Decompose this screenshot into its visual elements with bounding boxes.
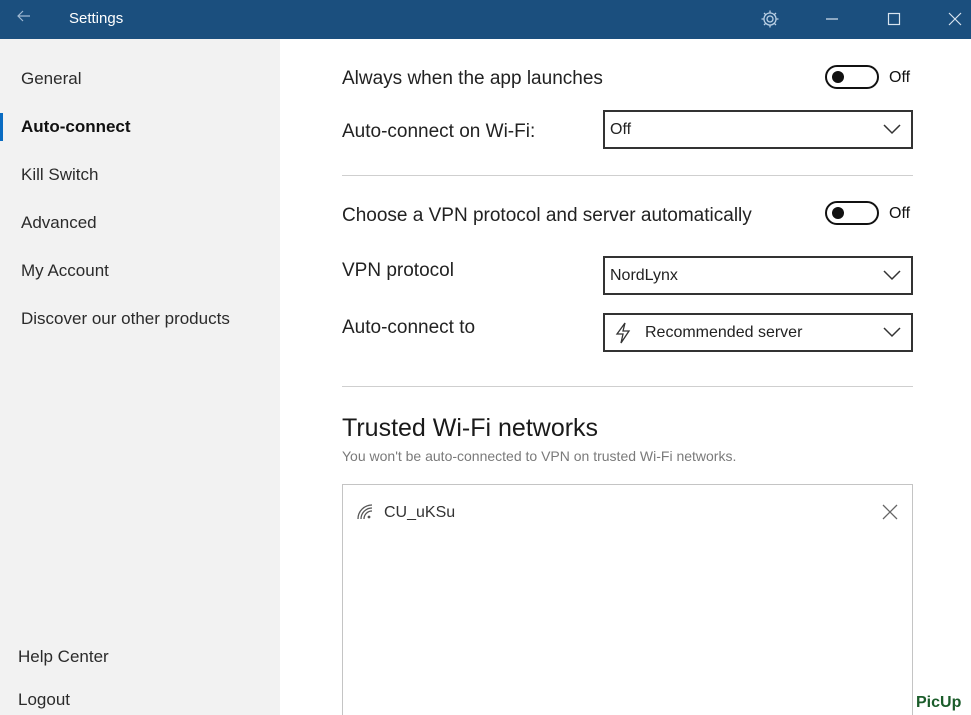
sidebar-item-discover-products[interactable]: Discover our other products bbox=[0, 299, 280, 339]
wifi-autoconnect-value: Off bbox=[610, 121, 632, 138]
watermark: PicUp bbox=[916, 694, 962, 711]
trusted-networks-subtitle: You won't be auto-connected to VPN on tr… bbox=[342, 448, 737, 464]
sidebar-item-kill-switch[interactable]: Kill Switch bbox=[0, 155, 280, 195]
protocol-auto-state: Off bbox=[889, 205, 911, 222]
network-name: CU_uKSu bbox=[384, 504, 456, 521]
back-arrow-icon[interactable] bbox=[16, 8, 38, 28]
protocol-auto-toggle[interactable] bbox=[825, 201, 879, 225]
toggle-knob bbox=[832, 207, 844, 219]
chevron-down-icon bbox=[883, 327, 901, 338]
minimize-icon[interactable] bbox=[818, 6, 846, 32]
trusted-networks-list: CU_uKSu bbox=[342, 484, 913, 715]
list-item: CU_uKSu bbox=[343, 495, 912, 531]
autoconnect-to-label: Auto-connect to bbox=[342, 317, 476, 338]
close-icon[interactable] bbox=[941, 6, 969, 32]
chevron-down-icon bbox=[883, 124, 901, 135]
remove-icon[interactable] bbox=[879, 501, 901, 523]
launch-toggle[interactable] bbox=[825, 65, 879, 89]
maximize-icon[interactable] bbox=[880, 6, 908, 32]
section-divider bbox=[342, 175, 913, 176]
vpn-protocol-value: NordLynx bbox=[610, 267, 678, 284]
autoconnect-to-dropdown[interactable]: Recommended server bbox=[603, 313, 913, 352]
logout-link[interactable]: Logout bbox=[18, 690, 70, 710]
settings-content: Always when the app launches Off Auto-co… bbox=[280, 39, 971, 715]
gear-icon[interactable] bbox=[756, 6, 784, 32]
autoconnect-to-value: Recommended server bbox=[645, 324, 803, 341]
trusted-networks-heading: Trusted Wi-Fi networks bbox=[342, 414, 599, 442]
launch-toggle-label: Always when the app launches bbox=[342, 68, 603, 89]
chevron-down-icon bbox=[883, 270, 901, 281]
wifi-autoconnect-label: Auto-connect on Wi-Fi: bbox=[342, 121, 536, 142]
wifi-icon bbox=[357, 504, 373, 520]
lightning-icon bbox=[615, 322, 631, 344]
toggle-knob bbox=[832, 71, 844, 83]
section-divider bbox=[342, 386, 913, 387]
sidebar-item-advanced[interactable]: Advanced bbox=[0, 203, 280, 243]
protocol-auto-label: Choose a VPN protocol and server automat… bbox=[342, 205, 752, 226]
help-center-link[interactable]: Help Center bbox=[18, 647, 109, 667]
vpn-protocol-label: VPN protocol bbox=[342, 260, 454, 281]
launch-toggle-state: Off bbox=[889, 69, 911, 86]
sidebar-item-general[interactable]: General bbox=[0, 59, 280, 99]
sidebar-item-auto-connect[interactable]: Auto-connect bbox=[0, 107, 280, 147]
wifi-autoconnect-dropdown[interactable]: Off bbox=[603, 110, 913, 149]
vpn-protocol-dropdown[interactable]: NordLynx bbox=[603, 256, 913, 295]
title-bar: Settings bbox=[0, 0, 971, 39]
sidebar: General Auto-connect Kill Switch Advance… bbox=[0, 39, 280, 715]
sidebar-item-my-account[interactable]: My Account bbox=[0, 251, 280, 291]
window-title: Settings bbox=[69, 10, 124, 27]
